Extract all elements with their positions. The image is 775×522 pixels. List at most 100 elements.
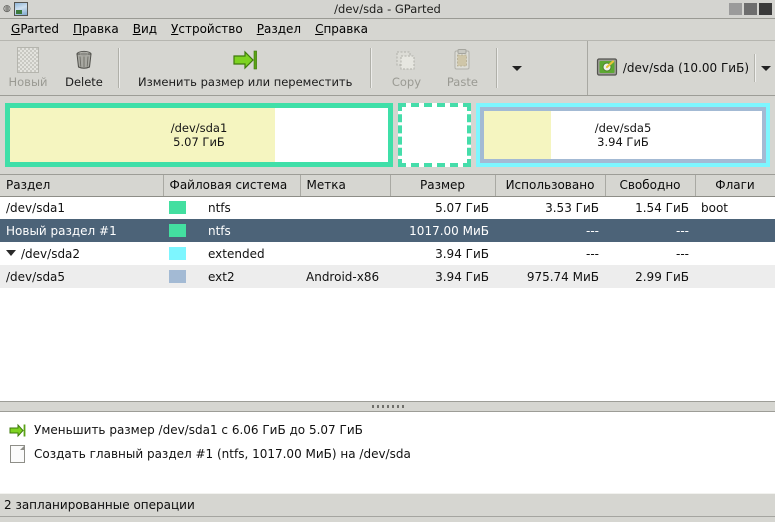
cell-label [300,196,390,219]
free-fill [550,110,762,159]
trash-icon [72,47,96,73]
paste-icon [450,47,474,73]
cell-filesystem: extended [163,242,300,265]
maximize-button[interactable] [744,3,757,15]
operation-item[interactable]: Уменьшить размер /dev/sda1 с 6.06 ГиБ до… [0,418,775,442]
new-document-icon [17,47,39,73]
resize-arrow-icon [232,47,258,73]
device-selector[interactable]: /dev/sda (10.00 ГиБ) [586,41,775,95]
splitter-grip-icon [371,405,404,408]
partition-table: Раздел Файловая система Метка Размер Исп… [0,174,775,402]
used-fill [10,107,275,162]
column-header-filesystem[interactable]: Файловая система [163,175,301,197]
harddisk-icon [596,56,618,81]
menu-edit[interactable]: Правка [66,20,126,39]
column-header-flags[interactable]: Флаги [695,175,775,197]
paste-label: Paste [446,75,478,89]
cell-filesystem: ntfs [163,196,300,219]
cell-partition: /dev/sda1 [6,200,66,215]
cell-flags: boot [701,200,729,215]
filesystem-name: ext2 [208,269,235,284]
filesystem-name: ntfs [208,223,231,238]
window-controls [729,3,772,15]
menu-partition[interactable]: Раздел [250,20,308,39]
toolbar-separator-1 [118,48,120,88]
cell-free: 2.99 ГиБ [605,265,695,288]
filesystem-name: ntfs [208,200,231,215]
menu-view[interactable]: Вид [126,20,164,39]
chevron-down-icon [512,65,523,71]
cell-free: --- [676,246,689,261]
cell-size: 1017.00 МиБ [390,219,495,242]
cell-free: 1.54 ГиБ [635,200,689,215]
cell-label [300,242,390,265]
column-header-partition[interactable]: Раздел [0,175,164,197]
graphic-partition-sda5[interactable] [480,106,766,163]
cell-used: --- [586,246,599,261]
graphic-partition-new[interactable] [398,102,471,167]
column-header-free[interactable]: Свободно [605,175,696,197]
menubar: GParted Правка Вид Устройство Раздел Спр… [0,19,775,41]
paste-button[interactable]: Paste [434,41,490,95]
column-header-used[interactable]: Использовано [495,175,606,197]
column-header-size[interactable]: Размер [390,175,496,197]
operation-text: Уменьшить размер /dev/sda1 с 6.06 ГиБ до… [34,423,363,437]
close-button[interactable] [759,3,772,15]
new-partition-button[interactable]: Новый [0,41,56,95]
copy-icon [394,47,418,73]
menu-gparted[interactable]: GParted [4,20,66,39]
graphic-partition-sda2-extended[interactable]: /dev/sda5 3.94 ГиБ [476,102,770,167]
operation-text: Создать главный раздел #1 (ntfs, 1017.00… [34,447,411,461]
cell-size: 3.94 ГиБ [435,246,489,261]
window-bottom-edge [0,516,775,522]
cell-partition: Новый раздел #1 [0,219,163,242]
partition-graphic: /dev/sda1 5.07 ГиБ /dev/sda5 3.94 ГиБ [0,96,775,174]
cell-flags [695,265,775,288]
device-chevron-down-icon[interactable] [761,65,771,71]
cell-partition: /dev/sda5 [0,265,163,288]
free-fill [274,107,388,162]
filesystem-color-swatch [169,201,186,215]
copy-button[interactable]: Copy [378,41,434,95]
table-body: /dev/sda1 ntfs 5.07 ГиБ 3.53 ГиБ 1.54 Ги… [0,196,775,288]
toolbar-separator-2 [370,48,373,88]
minimize-button[interactable] [729,3,742,15]
table-header-row: Раздел Файловая система Метка Размер Исп… [0,175,775,197]
menu-device[interactable]: Устройство [164,20,250,39]
statusbar: 2 запланированные операции [0,493,775,516]
resize-arrow-icon [9,422,26,439]
device-label: /dev/sda (10.00 ГиБ) [622,61,749,75]
filesystem-name: extended [208,246,265,261]
column-header-label[interactable]: Метка [300,175,391,197]
cell-free: --- [605,219,695,242]
table-row[interactable]: Новый раздел #1 ntfs 1017.00 МиБ --- --- [0,219,775,242]
toolbar-separator-3 [496,48,499,88]
pending-operations-list: Уменьшить размер /dev/sda1 с 6.06 ГиБ до… [0,411,775,493]
resize-move-button[interactable]: Изменить размер или переместить [126,41,364,95]
table-row[interactable]: /dev/sda2 extended 3.94 ГиБ --- --- [0,242,775,265]
expander-icon[interactable] [6,249,16,256]
cell-used: 975.74 МиБ [495,265,605,288]
gparted-window: ◍ /dev/sda - GParted GParted Правка Вид … [0,0,775,522]
cell-filesystem: ext2 [163,265,300,288]
delete-partition-button[interactable]: Delete [56,41,112,95]
filesystem-color-swatch [169,270,186,283]
cell-used: 3.53 ГиБ [545,200,599,215]
toolbar-overflow-button[interactable] [504,41,530,95]
titlebar: ◍ /dev/sda - GParted [0,0,775,19]
cell-size: 3.94 ГиБ [390,265,495,288]
device-separator [754,54,756,82]
menu-help[interactable]: Справка [308,20,375,39]
cell-partition: /dev/sda2 [0,242,163,265]
filesystem-color-swatch [169,224,186,237]
operation-item[interactable]: Создать главный раздел #1 (ntfs, 1017.00… [0,442,775,466]
new-partition-label: Новый [8,75,48,89]
table-row[interactable]: /dev/sda5 ext2 Android-x86 3.94 ГиБ 975.… [0,265,775,288]
window-title: /dev/sda - GParted [334,2,441,16]
new-document-icon [9,445,26,463]
panel-splitter[interactable] [0,402,775,411]
cell-label [300,219,390,242]
table-row[interactable]: /dev/sda1 ntfs 5.07 ГиБ 3.53 ГиБ 1.54 Ги… [0,196,775,219]
graphic-partition-sda1[interactable]: /dev/sda1 5.07 ГиБ [5,102,393,167]
filesystem-color-swatch [169,247,186,260]
